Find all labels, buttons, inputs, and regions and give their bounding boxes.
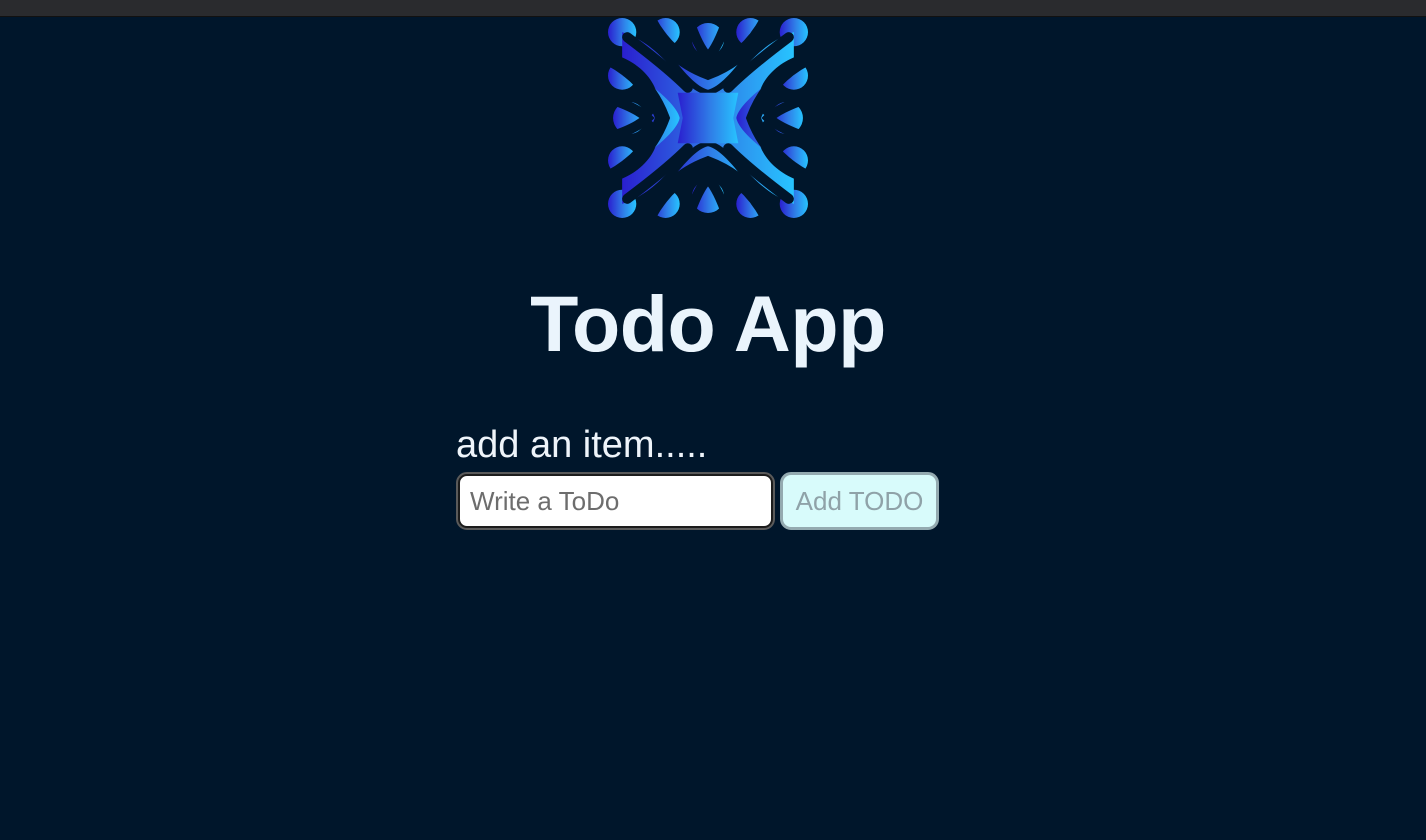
add-item-label: add an item..... xyxy=(456,424,708,466)
app-container: Todo App add an item..... Add TODO xyxy=(0,17,1426,840)
browser-top-bar xyxy=(0,0,1426,17)
add-todo-button[interactable]: Add TODO xyxy=(780,472,939,530)
app-logo-icon xyxy=(608,18,808,218)
todo-input[interactable] xyxy=(456,472,775,530)
page-title: Todo App xyxy=(530,279,886,368)
